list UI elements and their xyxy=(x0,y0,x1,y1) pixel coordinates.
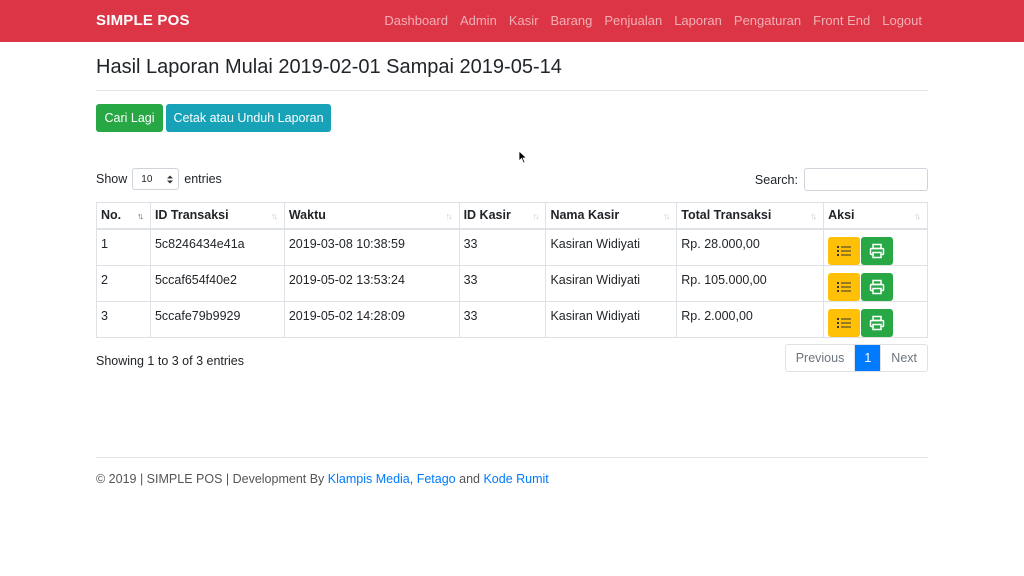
column-header-nama-kasir[interactable]: Nama Kasir ↑↓ xyxy=(545,202,678,230)
cell-no: 1 xyxy=(96,228,151,266)
detail-button[interactable] xyxy=(828,308,861,337)
cell-total: Rp. 105.000,00 xyxy=(676,264,825,302)
list-icon xyxy=(837,245,852,256)
table-header-row: No. ↑↓ ID Transaksi ↑↓ Waktu ↑↓ ID Kasir ↑↓ … xyxy=(96,202,928,230)
entries-select[interactable]: 10 xyxy=(132,168,180,190)
print-button[interactable] xyxy=(861,236,894,265)
cell-id-kasir: 33 xyxy=(458,228,547,266)
cell-no: 2 xyxy=(96,264,151,302)
search-input[interactable] xyxy=(804,168,928,191)
next-page-button[interactable]: Next xyxy=(881,345,927,371)
table-row: 2 5ccaf654f40e2 2019-05-02 13:53:24 33 K… xyxy=(96,264,928,302)
nav-admin[interactable]: Admin xyxy=(460,13,497,28)
cell-id-kasir: 33 xyxy=(458,300,547,338)
select-arrows-icon xyxy=(167,175,174,183)
show-label: Show xyxy=(96,172,128,186)
cell-aksi xyxy=(823,300,928,338)
printer-icon xyxy=(869,279,885,294)
footer-separator: , xyxy=(409,472,417,486)
footer-link-klampis-media[interactable]: Klampis Media xyxy=(328,472,410,486)
divider xyxy=(96,90,928,91)
entries-label: entries xyxy=(184,172,222,186)
column-header-id-transaksi[interactable]: ID Transaksi ↑↓ xyxy=(149,202,285,230)
cell-id-transaksi: 5ccafe79b9929 xyxy=(149,300,285,338)
sort-icon: ↑↓ xyxy=(663,211,670,221)
cell-id-transaksi: 5c8246434e41a xyxy=(149,228,285,266)
search-label: Search: xyxy=(754,172,798,187)
column-header-id-kasir[interactable]: ID Kasir ↑↓ xyxy=(458,202,547,230)
detail-button[interactable] xyxy=(828,236,861,265)
nav-menu: Dashboard Admin Kasir Barang Penjualan L… xyxy=(384,13,922,28)
page-1-button[interactable]: 1 xyxy=(854,345,882,371)
detail-button[interactable] xyxy=(828,272,861,301)
print-download-report-button[interactable]: Cetak atau Unduh Laporan xyxy=(166,104,331,132)
sort-icon: ↑↓ xyxy=(914,211,921,221)
pagination: Previous 1 Next xyxy=(784,344,928,372)
cell-total: Rp. 28.000,00 xyxy=(676,228,825,266)
footer-separator: and xyxy=(455,472,484,486)
cell-id-transaksi: 5ccaf654f40e2 xyxy=(149,264,285,302)
footer-link-kode-rumit[interactable]: Kode Rumit xyxy=(483,472,548,486)
sort-icon: ↑↓ xyxy=(445,211,453,221)
cell-aksi xyxy=(823,264,928,302)
printer-icon xyxy=(869,243,885,258)
entries-value: 10 xyxy=(141,173,153,185)
print-button[interactable] xyxy=(861,308,894,337)
cell-id-kasir: 33 xyxy=(458,264,547,302)
sort-icon: ↑↓ xyxy=(532,211,539,221)
table-row: 3 5ccafe79b9929 2019-05-02 14:28:09 33 K… xyxy=(96,300,928,338)
printer-icon xyxy=(869,315,885,330)
table-search: Search: xyxy=(755,168,928,191)
footer-divider xyxy=(96,457,928,458)
navbar: SIMPLE POS Dashboard Admin Kasir Barang … xyxy=(0,0,1024,42)
cell-nama-kasir: Kasiran Widiyati xyxy=(545,264,678,302)
table-info: Showing 1 to 3 of 3 entries xyxy=(96,354,245,368)
nav-kasir[interactable]: Kasir xyxy=(509,13,539,28)
list-icon xyxy=(837,317,852,328)
nav-front-end[interactable]: Front End xyxy=(813,13,870,28)
mouse-cursor-icon xyxy=(518,150,528,164)
footer-link-fetago[interactable]: Fetago xyxy=(417,472,456,486)
nav-logout[interactable]: Logout xyxy=(882,13,922,28)
entries-length-control: Show 10 entries xyxy=(96,168,222,190)
cell-no: 3 xyxy=(96,300,151,338)
sort-ascending-icon: ↑↓ xyxy=(136,211,144,221)
nav-laporan[interactable]: Laporan xyxy=(674,13,722,28)
nav-pengaturan[interactable]: Pengaturan xyxy=(734,13,801,28)
table-row: 1 5c8246434e41a 2019-03-08 10:38:59 33 K… xyxy=(96,228,928,266)
cell-nama-kasir: Kasiran Widiyati xyxy=(545,300,678,338)
transactions-table: No. ↑↓ ID Transaksi ↑↓ Waktu ↑↓ ID Kasir ↑↓ … xyxy=(96,202,928,338)
cell-aksi xyxy=(823,228,928,266)
brand-logo[interactable]: SIMPLE POS xyxy=(96,12,190,29)
nav-dashboard[interactable]: Dashboard xyxy=(384,13,448,28)
list-icon xyxy=(837,281,852,292)
column-header-waktu[interactable]: Waktu ↑↓ xyxy=(283,202,460,230)
cell-total: Rp. 2.000,00 xyxy=(676,300,825,338)
print-button[interactable] xyxy=(861,272,894,301)
cell-waktu: 2019-05-02 13:53:24 xyxy=(283,264,460,302)
column-header-no[interactable]: No. ↑↓ xyxy=(96,202,151,230)
footer-text: © 2019 | SIMPLE POS | Development By xyxy=(96,472,328,486)
column-header-total-transaksi[interactable]: Total Transaksi ↑↓ xyxy=(676,202,825,230)
footer: © 2019 | SIMPLE POS | Development By Kla… xyxy=(96,472,549,486)
cell-nama-kasir: Kasiran Widiyati xyxy=(545,228,678,266)
sort-icon: ↑↓ xyxy=(270,211,278,221)
sort-icon: ↑↓ xyxy=(810,211,817,221)
previous-page-button[interactable]: Previous xyxy=(786,345,855,371)
nav-penjualan[interactable]: Penjualan xyxy=(604,13,662,28)
cell-waktu: 2019-03-08 10:38:59 xyxy=(283,228,460,266)
column-header-aksi[interactable]: Aksi ↑↓ xyxy=(823,202,928,230)
page-title: Hasil Laporan Mulai 2019-02-01 Sampai 20… xyxy=(96,56,562,78)
cell-waktu: 2019-05-02 14:28:09 xyxy=(283,300,460,338)
nav-barang[interactable]: Barang xyxy=(550,13,592,28)
search-again-button[interactable]: Cari Lagi xyxy=(96,104,163,132)
